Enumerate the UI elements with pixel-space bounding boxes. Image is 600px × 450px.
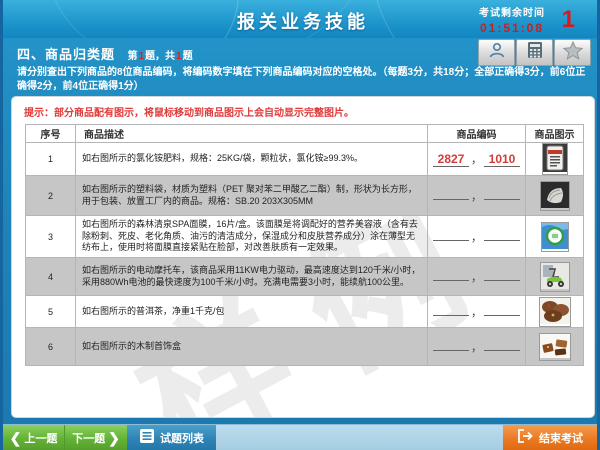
row-number: 1 — [26, 143, 76, 176]
question-panel: 提示：部分商品配有图示，将鼠标移动到商品图示上会自动显示完整图片。 序号 商品描… — [11, 96, 595, 418]
code-first-input[interactable] — [433, 315, 469, 316]
product-description: 如右图所示的木制首饰盒 — [76, 328, 428, 366]
code-second-input[interactable] — [484, 350, 520, 351]
code-first-input[interactable]: 2827 — [433, 153, 469, 167]
question-progress: 第1题，共1题 — [127, 51, 192, 62]
section-title: 四、商品归类题 — [17, 47, 115, 62]
code-second-input[interactable] — [484, 315, 520, 316]
code-separator: ， — [471, 188, 482, 204]
chevron-left-icon: ❮ — [10, 431, 22, 445]
puer-tea-photo[interactable] — [539, 297, 571, 327]
instructions-text: 请分别查出下列商品的8位商品编码，将编码数字填在下列商品编码对应的空格处。（每题… — [17, 66, 593, 93]
code-second-input[interactable]: 1010 — [484, 153, 520, 167]
product-description: 如右图所示的电动摩托车，该商品采用11KW电力驱动，最高速度达到120千米/小时… — [76, 258, 428, 296]
footer-bar: ❮ 上一题 下一题 ❯ 试题列表 结束考试 — [3, 424, 600, 450]
wooden-jewelry-box-photo[interactable] — [539, 333, 571, 361]
code-input-cell[interactable]: ， — [428, 176, 526, 216]
row-number: 2 — [26, 176, 76, 216]
toolbar — [477, 39, 591, 66]
chevron-right-icon: ❯ — [108, 431, 120, 445]
table-row: 2 如右图所示的塑料袋，材质为塑料（PET 聚对苯二甲酸乙二酯）制，形状为长方形… — [26, 176, 584, 216]
plastic-bag-photo[interactable] — [540, 181, 570, 211]
code-first-input[interactable] — [433, 199, 469, 200]
previous-question-button[interactable]: ❮ 上一题 — [3, 425, 65, 450]
electric-scooter-photo[interactable] — [540, 262, 570, 292]
code-input-cell[interactable]: ， — [428, 258, 526, 296]
table-row: 6 如右图所示的木制首饰盒 ， — [26, 328, 584, 366]
row-number: 6 — [26, 328, 76, 366]
code-separator: ， — [471, 269, 482, 285]
footer-spacer — [216, 425, 503, 450]
exam-window: 报关业务技能 考试剩余时间 01:51:08 1 四、商品归类题 第1题，共1题 — [0, 0, 600, 450]
next-question-label: 下一题 — [72, 430, 105, 446]
code-first-input[interactable] — [433, 240, 469, 241]
face-mask-photo[interactable] — [541, 222, 569, 252]
attempt-counter: 1 — [562, 6, 575, 34]
code-first-input[interactable] — [433, 280, 469, 281]
table-row: 5 如右图所示的普洱茶，净重1千克/包 ， — [26, 296, 584, 328]
code-input-cell[interactable]: 2827，1010 — [428, 143, 526, 176]
next-question-button[interactable]: 下一题 ❯ — [65, 425, 127, 450]
star-icon — [563, 41, 583, 65]
calculator-button[interactable] — [516, 39, 553, 66]
code-separator: ， — [471, 229, 482, 245]
row-number: 3 — [26, 216, 76, 258]
code-separator: ， — [471, 304, 482, 320]
timer-value: 01:51:08 — [479, 21, 545, 35]
code-separator: ， — [471, 151, 482, 167]
calculator-icon — [527, 41, 543, 64]
progress-total: 1 — [175, 51, 183, 62]
column-header-code: 商品编码 — [428, 125, 526, 143]
product-description: 如右图所示的氯化铵肥料，规格：25KG/袋，颗粒状，氯化铵≥99.3%。 — [76, 143, 428, 176]
exam-timer: 考试剩余时间 01:51:08 — [479, 4, 545, 35]
hint-text: 提示：部分商品配有图示，将鼠标移动到商品图示上会自动显示完整图片。 — [24, 104, 594, 119]
code-input-cell[interactable]: ， — [428, 216, 526, 258]
question-nav: ❮ 上一题 下一题 ❯ — [3, 425, 127, 450]
timer-label: 考试剩余时间 — [479, 4, 545, 19]
list-icon — [139, 428, 155, 447]
user-icon — [488, 41, 506, 64]
product-description: 如右图所示的普洱茶，净重1千克/包 — [76, 296, 428, 328]
table-row: 3 如右图所示的森林清泉SPA面膜，16片/盒。该面膜是将调配好的营养美容液（含… — [26, 216, 584, 258]
progress-suffix: 题 — [183, 51, 193, 62]
section-header: 四、商品归类题 第1题，共1题 — [17, 44, 193, 64]
progress-middle: 题，共 — [145, 51, 175, 62]
end-exam-label: 结束考试 — [539, 430, 583, 446]
row-number: 4 — [26, 258, 76, 296]
favorite-button[interactable] — [554, 39, 591, 66]
table-header-row: 序号 商品描述 商品编码 商品图示 — [26, 125, 584, 143]
code-second-input[interactable] — [484, 280, 520, 281]
exit-icon — [517, 429, 533, 446]
row-number: 5 — [26, 296, 76, 328]
header-bar: 报关业务技能 考试剩余时间 01:51:08 1 — [3, 0, 600, 38]
end-exam-button[interactable]: 结束考试 — [503, 425, 597, 450]
question-list-button[interactable]: 试题列表 — [127, 425, 216, 450]
products-table: 序号 商品描述 商品编码 商品图示 1 如右图所示的氯化铵肥料，规格：25KG/… — [25, 124, 584, 366]
user-info-button[interactable] — [478, 39, 515, 66]
previous-question-label: 上一题 — [24, 430, 57, 446]
code-separator: ， — [471, 339, 482, 355]
column-header-desc: 商品描述 — [76, 125, 428, 143]
column-header-image: 商品图示 — [526, 125, 584, 143]
code-second-input[interactable] — [484, 240, 520, 241]
code-second-input[interactable] — [484, 199, 520, 200]
fertilizer-bag-photo[interactable] — [542, 143, 568, 175]
column-header-no: 序号 — [26, 125, 76, 143]
product-description: 如右图所示的森林清泉SPA面膜，16片/盒。该面膜是将调配好的营养美容液（含有去… — [76, 216, 428, 258]
code-first-input[interactable] — [433, 350, 469, 351]
product-description: 如右图所示的塑料袋，材质为塑料（PET 聚对苯二甲酸乙二酯）制，形状为长方形，用… — [76, 176, 428, 216]
question-list-label: 试题列表 — [160, 430, 204, 446]
progress-prefix: 第 — [127, 51, 137, 62]
progress-current: 1 — [137, 51, 145, 62]
table-row: 4 如右图所示的电动摩托车，该商品采用11KW电力驱动，最高速度达到120千米/… — [26, 258, 584, 296]
code-input-cell[interactable]: ， — [428, 328, 526, 366]
code-input-cell[interactable]: ， — [428, 296, 526, 328]
table-row: 1 如右图所示的氯化铵肥料，规格：25KG/袋，颗粒状，氯化铵≥99.3%。 2… — [26, 143, 584, 176]
